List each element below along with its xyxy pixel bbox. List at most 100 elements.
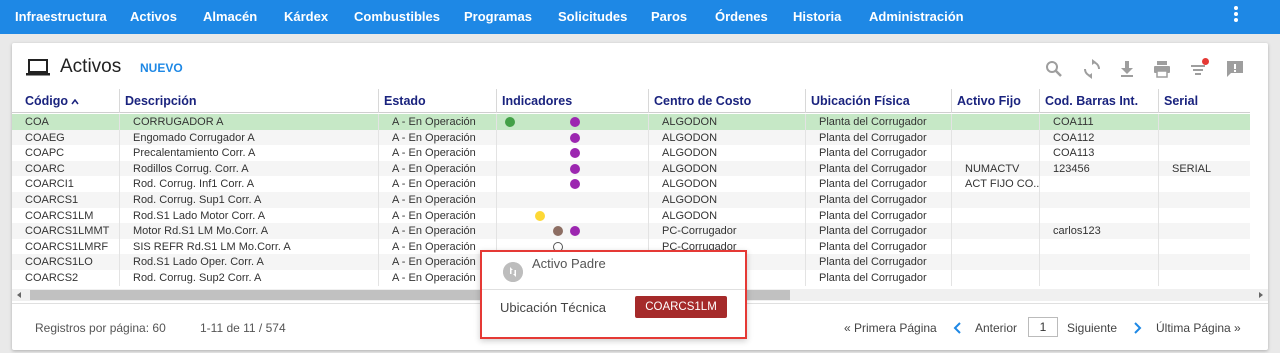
column-header-estado[interactable]: Estado xyxy=(378,89,496,113)
cell-ubicacion: Planta del Corrugador xyxy=(805,129,951,146)
print-icon[interactable] xyxy=(1152,59,1172,79)
cell-indicadores xyxy=(496,160,648,177)
cell-activo-fijo xyxy=(951,145,1039,162)
cell-cod-barras: COA111 xyxy=(1039,114,1158,130)
cell-estado: A - En Operación xyxy=(378,254,496,271)
cell-indicadores xyxy=(496,223,648,240)
cell-cod-barras xyxy=(1039,192,1158,208)
column-header-codigo[interactable]: Código xyxy=(20,89,119,113)
indicator-purple-icon[interactable] xyxy=(570,226,580,237)
top-nav: Infraestructura Activos Almacén Kárdex C… xyxy=(0,0,1280,34)
popup-title: Activo Padre xyxy=(532,256,606,271)
table-row[interactable]: COA CORRUGADOR AA - En Operación ALGODON Pl… xyxy=(12,114,1250,130)
indicator-purple-icon[interactable] xyxy=(570,179,580,190)
table-row[interactable]: COARCS1 Rod. Corrug. Sup1 Corr. AA - En O… xyxy=(12,192,1250,208)
cell-ubicacion: Planta del Corrugador xyxy=(805,238,951,255)
cell-indicadores xyxy=(496,145,648,162)
popup-divider xyxy=(482,289,745,290)
cell-cod-barras: carlos123 xyxy=(1039,223,1158,240)
table-row[interactable]: COARCS1LMMT Motor Rd.S1 LM Mo.Corr. AA - … xyxy=(12,223,1250,240)
nav-item-administracion[interactable]: Administración xyxy=(869,0,964,34)
nav-item-paros[interactable]: Paros xyxy=(651,0,687,34)
download-icon[interactable] xyxy=(1117,59,1137,79)
cell-cod-barras xyxy=(1039,176,1158,193)
nav-item-historia[interactable]: Historia xyxy=(793,0,841,34)
parent-asset-icon xyxy=(503,262,523,282)
table-row[interactable]: COARCI1 Rod. Corrug. Inf1 Corr. AA - En O… xyxy=(12,176,1250,193)
cell-descripcion: Rod.S1 Lado Oper. Corr. A xyxy=(119,254,378,271)
page-number-input[interactable] xyxy=(1028,317,1058,337)
column-header-activo-fijo[interactable]: Activo Fijo xyxy=(951,89,1039,113)
indicator-yellow-icon[interactable] xyxy=(535,210,545,221)
more-menu-icon[interactable] xyxy=(1228,5,1244,25)
cell-centro-costo: PC-Corrugador xyxy=(648,223,805,240)
cell-descripcion: Rod. Corrug. Sup1 Corr. A xyxy=(119,192,378,208)
indicator-purple-icon[interactable] xyxy=(570,132,580,143)
column-header-indicadores[interactable]: Indicadores xyxy=(496,89,648,113)
cell-cod-barras xyxy=(1039,270,1158,286)
cell-estado: A - En Operación xyxy=(378,160,496,177)
cell-indicadores xyxy=(496,114,648,130)
cell-descripcion: Motor Rd.S1 LM Mo.Corr. A xyxy=(119,223,378,240)
cell-ubicacion: Planta del Corrugador xyxy=(805,160,951,177)
cell-estado: A - En Operación xyxy=(378,192,496,208)
cell-codigo: COARCS1 xyxy=(25,194,79,206)
prev-page-link[interactable]: Anterior xyxy=(975,321,1017,335)
refresh-icon[interactable] xyxy=(1082,59,1102,79)
cell-cod-barras xyxy=(1039,254,1158,271)
next-page-link[interactable]: Siguiente xyxy=(1067,321,1117,335)
cell-codigo: COA xyxy=(25,116,49,128)
cell-codigo: COAEG xyxy=(25,131,65,144)
scroll-left-icon[interactable] xyxy=(17,292,21,298)
cell-cod-barras: COA113 xyxy=(1039,145,1158,162)
first-page-link[interactable]: « Primera Página xyxy=(844,321,937,335)
indicator-purple-icon[interactable] xyxy=(570,163,580,174)
nav-item-almacen[interactable]: Almacén xyxy=(203,0,257,34)
nav-item-infraestructura[interactable]: Infraestructura xyxy=(15,0,107,34)
indicator-green-icon[interactable] xyxy=(505,117,515,127)
new-button[interactable]: NUEVO xyxy=(140,61,183,75)
filter-icon-wrap[interactable] xyxy=(1188,58,1209,79)
column-header-cod-barras[interactable]: Cod. Barras Int. xyxy=(1039,89,1158,113)
cell-descripcion: Engomado Corrugador A xyxy=(119,129,378,146)
indicator-brown-icon[interactable] xyxy=(553,226,563,237)
table-row[interactable]: COAPC Precalentamiento Corr. AA - En Oper… xyxy=(12,145,1250,162)
last-page-link[interactable]: Última Página » xyxy=(1156,321,1241,335)
chevron-right-icon[interactable] xyxy=(1133,321,1143,335)
sort-asc-icon xyxy=(71,98,79,105)
nav-item-kardex[interactable]: Kárdex xyxy=(284,0,328,34)
nav-item-ordenes[interactable]: Órdenes xyxy=(715,0,768,34)
nav-item-programas[interactable]: Programas xyxy=(464,0,532,34)
column-header-ubicacion[interactable]: Ubicación Física xyxy=(805,89,951,113)
nav-item-combustibles[interactable]: Combustibles xyxy=(354,0,440,34)
cell-serial xyxy=(1158,238,1250,255)
comment-icon[interactable] xyxy=(1225,59,1245,79)
nav-item-activos[interactable]: Activos xyxy=(130,0,177,34)
cell-estado: A - En Operación xyxy=(378,238,496,255)
cell-centro-costo: ALGODON xyxy=(648,145,805,162)
nav-item-solicitudes[interactable]: Solicitudes xyxy=(558,0,627,34)
table-row[interactable]: COARCS1LM Rod.S1 Lado Motor Corr. AA - En… xyxy=(12,207,1250,224)
cell-codigo: COARCS1LMMT xyxy=(25,225,110,238)
parent-asset-button[interactable]: COARCS1LM xyxy=(635,296,727,318)
column-header-descripcion[interactable]: Descripción xyxy=(119,89,378,113)
column-header-centro-costo[interactable]: Centro de Costo xyxy=(648,89,805,113)
cell-ubicacion: Planta del Corrugador xyxy=(805,254,951,271)
indicator-purple-icon[interactable] xyxy=(570,148,580,159)
page-title: Activos xyxy=(60,56,122,77)
parent-asset-popup: Activo Padre Ubicación Técnica COARCS1LM xyxy=(480,250,747,339)
scroll-right-icon[interactable] xyxy=(1259,292,1263,298)
indicator-purple-icon[interactable] xyxy=(570,117,580,127)
cell-estado: A - En Operación xyxy=(378,207,496,224)
cell-ubicacion: Planta del Corrugador xyxy=(805,114,951,130)
cell-cod-barras xyxy=(1039,238,1158,255)
cell-indicadores xyxy=(496,207,648,224)
table-row[interactable]: COAEG Engomado Corrugador AA - En Operaci… xyxy=(12,129,1250,146)
cell-activo-fijo xyxy=(951,238,1039,255)
chevron-left-icon[interactable] xyxy=(952,321,962,335)
search-icon[interactable] xyxy=(1044,59,1064,79)
range-label: 1-11 de 11 / 574 xyxy=(200,321,286,335)
table-row[interactable]: COARC Rodillos Corrug. Corr. AA - En Oper… xyxy=(12,160,1250,177)
per-page-label[interactable]: Registros por página: 60 xyxy=(35,321,166,335)
column-header-serial[interactable]: Serial xyxy=(1158,89,1250,113)
